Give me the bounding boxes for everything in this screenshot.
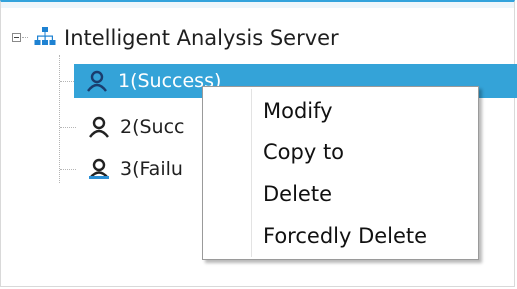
user-icon — [87, 70, 107, 92]
tree-node-label: 3(Failu — [120, 158, 183, 180]
tree-guide-line — [59, 55, 60, 183]
menu-item-delete[interactable]: Delete — [263, 182, 332, 206]
tree-guide-line — [60, 169, 76, 170]
user-icon — [89, 116, 109, 138]
menu-item-modify[interactable]: Modify — [263, 99, 333, 123]
collapse-toggle-icon[interactable] — [12, 33, 21, 42]
menu-item-forcedly-delete[interactable]: Forcedly Delete — [263, 224, 427, 248]
menu-icon-gutter-separator — [251, 89, 252, 257]
network-icon — [34, 27, 56, 45]
user-warning-icon — [89, 158, 109, 179]
panel-header-strip — [1, 2, 514, 8]
context-menu: Modify Copy to Delete Forcedly Delete — [202, 86, 479, 260]
tree-guide-line — [60, 127, 76, 128]
menu-item-copy-to[interactable]: Copy to — [263, 140, 344, 164]
tree-node-label: 2(Succ — [120, 116, 185, 138]
tree-connector — [22, 37, 28, 38]
tree-root-label: Intelligent Analysis Server — [64, 26, 339, 50]
